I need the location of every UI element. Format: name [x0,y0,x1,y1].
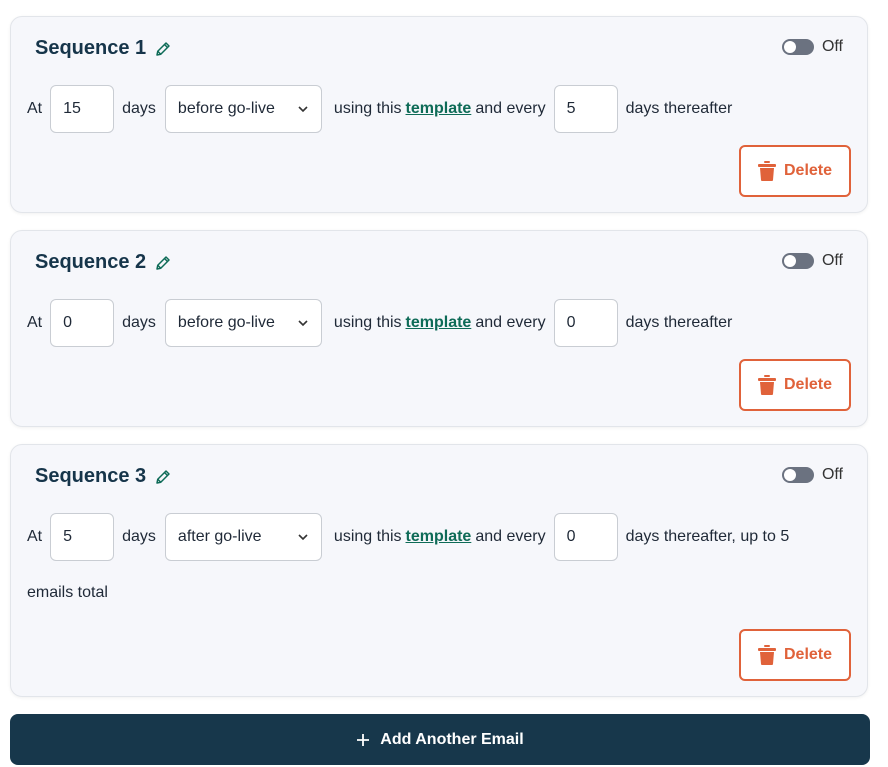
sequence-header: Sequence 2 [35,251,172,274]
chevron-down-icon [298,106,308,113]
sequence-header: Sequence 3 [35,465,172,488]
delete-button-label: Delete [783,646,833,663]
status-toggle[interactable] [781,39,814,55]
schedule-line: At days before go-live using this templa… [27,299,732,347]
using-this-label: using this [333,314,402,331]
timing-select-value: before go-live [177,314,275,331]
trash-icon [757,161,776,181]
status-toggle-group: Off [781,252,843,270]
repeat-interval-input[interactable] [553,299,618,347]
toggle-label: Off [821,252,843,269]
add-another-email-button[interactable]: Add Another Email [10,714,870,765]
timing-select[interactable]: before go-live [164,299,322,347]
sequence-card-1: Sequence 1 Off At days before go-live us… [10,16,868,213]
days-label: days [122,100,156,117]
sequence-title: Sequence 3 [35,465,147,487]
days-offset-input[interactable] [50,513,115,561]
trash-icon [757,375,776,395]
repeat-interval-input[interactable] [553,85,618,133]
timing-select-value: before go-live [177,100,275,117]
template-link[interactable]: template [406,528,472,546]
sequence-card-2: Sequence 2 Off At days before go-live us… [10,230,868,427]
delete-button[interactable]: Delete [739,629,851,681]
emails-total-label: emails total [27,584,108,601]
and-every-label: and every [475,314,546,331]
using-this-label: using this [333,100,402,117]
schedule-line: At days before go-live using this templa… [27,85,732,133]
and-every-label: and every [475,100,546,117]
plus-icon [357,733,370,746]
toggle-label: Off [821,466,843,483]
add-button-label: Add Another Email [380,730,524,748]
timing-select-value: after go-live [177,528,262,545]
days-offset-input[interactable] [50,299,115,347]
using-this-label: using this [333,528,402,545]
delete-button-label: Delete [783,376,833,393]
and-every-label: and every [475,528,546,545]
delete-button[interactable]: Delete [739,359,851,411]
days-label: days [122,528,156,545]
chevron-down-icon [298,534,308,541]
timing-select[interactable]: before go-live [164,85,322,133]
chevron-down-icon [298,320,308,327]
thereafter-label: days thereafter, up to 5 [625,528,790,545]
status-toggle-group: Off [781,38,843,56]
status-toggle-group: Off [781,466,843,484]
days-offset-input[interactable] [50,85,115,133]
pencil-icon[interactable] [154,254,172,272]
sequence-card-3: Sequence 3 Off At days after go-live usi… [10,444,868,697]
schedule-line: At days after go-live using this templat… [27,513,789,561]
sequence-title: Sequence 1 [35,37,147,59]
sequence-header: Sequence 1 [35,37,172,60]
template-link[interactable]: template [406,100,472,118]
timing-select[interactable]: after go-live [164,513,322,561]
sequence-title: Sequence 2 [35,251,147,273]
pencil-icon[interactable] [154,40,172,58]
at-label: At [27,528,43,545]
toggle-label: Off [821,38,843,55]
at-label: At [27,100,43,117]
delete-button-label: Delete [783,162,833,179]
status-toggle[interactable] [781,467,814,483]
repeat-interval-input[interactable] [553,513,618,561]
delete-button[interactable]: Delete [739,145,851,197]
thereafter-label: days thereafter [625,100,733,117]
days-label: days [122,314,156,331]
thereafter-label: days thereafter [625,314,733,331]
pencil-icon[interactable] [154,468,172,486]
at-label: At [27,314,43,331]
template-link[interactable]: template [406,314,472,332]
trash-icon [757,645,776,665]
status-toggle[interactable] [781,253,814,269]
